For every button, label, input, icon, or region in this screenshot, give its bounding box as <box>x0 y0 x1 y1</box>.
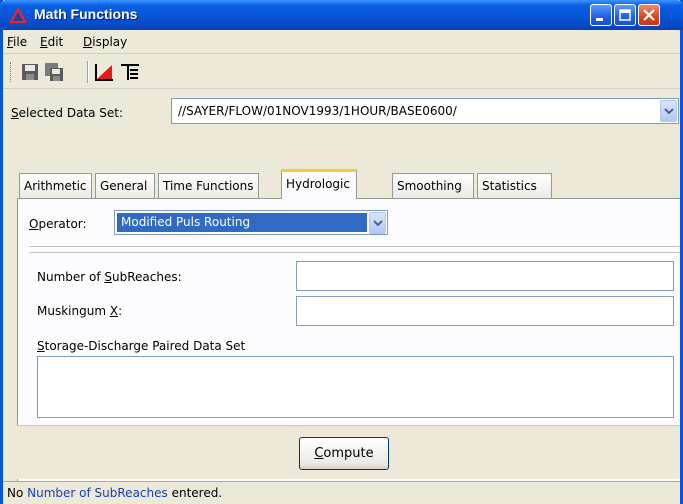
storage-discharge-input[interactable] <box>37 356 674 418</box>
chevron-down-icon <box>664 108 674 115</box>
status-field-link[interactable]: Number of SubReaches <box>27 486 168 500</box>
minimize-button[interactable] <box>590 4 612 26</box>
tab-general[interactable]: General <box>95 173 155 198</box>
tab-statistics[interactable]: Statistics <box>477 173 552 198</box>
operator-combo[interactable]: Modified Puls Routing <box>114 210 388 235</box>
selected-data-set-combo[interactable]: //SAYER/FLOW/01NOV1993/1HOUR/BASE0600/ <box>171 98 679 124</box>
menu-bar: File Edit Display <box>3 30 680 54</box>
subreaches-label: Number of SubReaches: <box>37 270 182 284</box>
menu-file[interactable]: File <box>7 35 27 49</box>
maximize-icon <box>619 9 631 21</box>
tabulate-button[interactable] <box>119 61 141 83</box>
selected-data-set-label: Selected Data Set: <box>11 106 124 120</box>
chevron-down-icon <box>373 220 383 227</box>
data-set-dropdown-button[interactable] <box>660 100 677 122</box>
status-bar: No Number of SubReaches entered. <box>3 481 680 504</box>
compute-button[interactable]: Compute <box>299 437 389 470</box>
divider <box>29 246 680 248</box>
tab-hydrologic[interactable]: Hydrologic <box>281 169 357 199</box>
toolbar-grip[interactable] <box>10 62 12 82</box>
window-title: Math Functions <box>34 6 138 22</box>
operator-label: Operator: <box>29 217 87 231</box>
save-button[interactable] <box>19 61 41 83</box>
subreaches-input[interactable] <box>296 261 674 291</box>
minimize-icon <box>596 18 603 21</box>
save-as-icon <box>45 63 63 81</box>
status-message: No Number of SubReaches entered. <box>7 486 223 500</box>
muskingum-x-input[interactable] <box>296 296 674 326</box>
selected-data-set-value: //SAYER/FLOW/01NOV1993/1HOUR/BASE0600/ <box>178 104 457 118</box>
tabulate-icon <box>121 64 139 80</box>
close-icon <box>643 9 655 21</box>
menu-display[interactable]: Display <box>83 35 127 49</box>
math-functions-window: Math Functions File Edit Display Selecte… <box>0 0 683 504</box>
operator-value: Modified Puls Routing <box>117 213 367 232</box>
app-logo-icon <box>9 7 27 23</box>
maximize-button[interactable] <box>614 4 636 26</box>
plot-button[interactable] <box>93 61 115 83</box>
tab-smoothing[interactable]: Smoothing <box>392 173 474 198</box>
storage-discharge-label: Storage-Discharge Paired Data Set <box>37 339 246 353</box>
close-button[interactable] <box>638 4 660 26</box>
menu-edit[interactable]: Edit <box>40 35 63 49</box>
tab-time-functions[interactable]: Time Functions <box>158 173 259 198</box>
operator-dropdown-button[interactable] <box>369 212 386 234</box>
toolbar <box>3 55 680 89</box>
save-icon <box>22 64 38 80</box>
toolbar-separator <box>87 61 89 83</box>
tab-arithmetic[interactable]: Arithmetic <box>19 173 92 198</box>
title-bar[interactable]: Math Functions <box>0 0 683 30</box>
save-as-button[interactable] <box>43 61 65 83</box>
plot-icon <box>95 64 113 81</box>
muskingum-x-label: Muskingum X: <box>37 304 123 318</box>
